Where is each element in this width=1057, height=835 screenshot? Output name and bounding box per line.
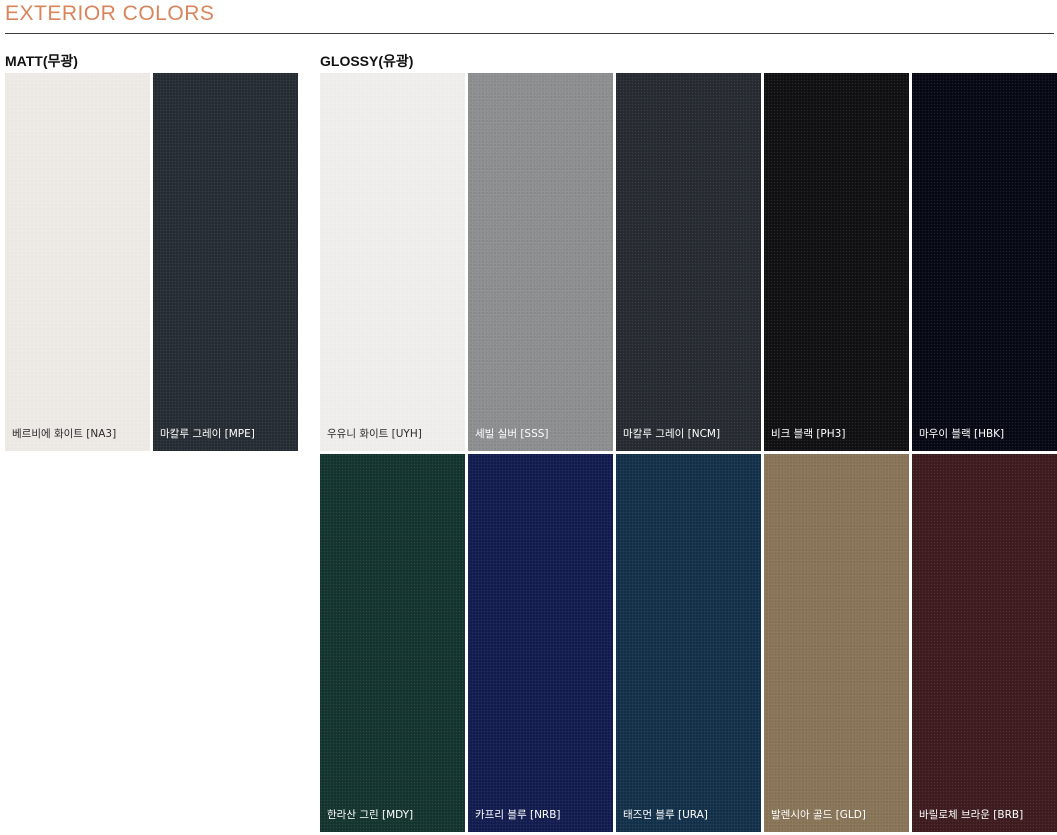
color-swatch[interactable]: 우유니 화이트 [UYH] [320,73,465,451]
page-title: EXTERIOR COLORS [5,2,215,25]
swatch-label: 베르비에 화이트 [NA3] [12,428,117,440]
color-swatch[interactable]: 카프리 블루 [NRB] [468,454,613,832]
color-swatch[interactable]: 마칼루 그레이 [MPE] [153,73,298,451]
color-swatch[interactable]: 발렌시아 골드 [GLD] [764,454,909,832]
matt-group-label: MATT(무광) [5,53,78,69]
glossy-swatch-grid: 우유니 화이트 [UYH] 세빌 실버 [SSS] 마칼루 그레이 [NCM] 비크 … [320,73,1057,832]
swatch-label: 마칼루 그레이 [NCM] [623,428,721,440]
color-swatch[interactable]: 베르비에 화이트 [NA3] [5,73,150,451]
color-swatch[interactable]: 한라산 그린 [MDY] [320,454,465,832]
color-swatch[interactable]: 마칼루 그레이 [NCM] [616,73,761,451]
swatch-label: 마칼루 그레이 [MPE] [160,428,255,440]
color-swatch[interactable]: 태즈먼 블루 [URA] [616,454,761,832]
matt-swatch-grid: 베르비에 화이트 [NA3] 마칼루 그레이 [MPE] [5,73,298,451]
swatch-label: 세빌 실버 [SSS] [475,428,549,440]
swatch-label: 태즈먼 블루 [URA] [623,809,708,821]
swatch-label: 바릴로체 브라운 [BRB] [919,809,1024,821]
color-swatch[interactable]: 마우이 블랙 [HBK] [912,73,1057,451]
swatch-label: 카프리 블루 [NRB] [475,809,561,821]
color-swatch[interactable]: 바릴로체 브라운 [BRB] [912,454,1057,832]
glossy-group-label: GLOSSY(유광) [320,53,414,69]
swatch-label: 한라산 그린 [MDY] [327,809,414,821]
color-swatch[interactable]: 비크 블랙 [PH3] [764,73,909,451]
swatch-label: 발렌시아 골드 [GLD] [771,809,866,821]
color-swatch[interactable]: 세빌 실버 [SSS] [468,73,613,451]
swatch-label: 마우이 블랙 [HBK] [919,428,1005,440]
title-divider [5,33,1054,34]
swatch-label: 우유니 화이트 [UYH] [327,428,422,440]
swatch-label: 비크 블랙 [PH3] [771,428,846,440]
